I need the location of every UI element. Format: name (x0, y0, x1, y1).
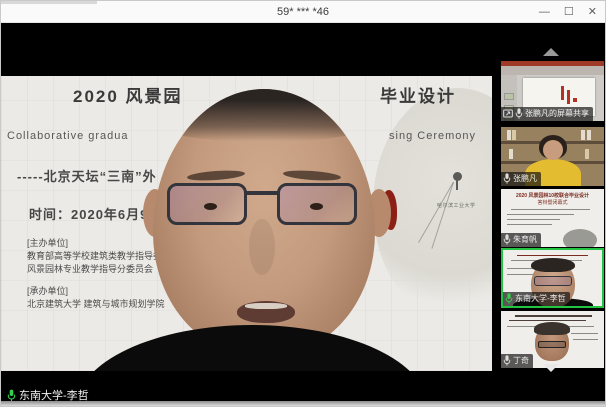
titlebar[interactable]: 59* *** *46 — ☐ ✕ (1, 1, 605, 23)
participant-name: 张鹏凡的屏幕共享 (525, 108, 589, 119)
map-pin-icon (453, 172, 462, 181)
close-button[interactable]: ✕ (588, 1, 597, 23)
chevron-down-icon[interactable] (543, 364, 559, 372)
participants-sidebar: 张鹏凡的屏幕共享 (493, 23, 605, 401)
active-speaker-name: 东南大学-李哲 (19, 387, 89, 401)
slide-subtitle-right: sing Ceremony (389, 130, 476, 142)
speaker-eyebrow (283, 169, 341, 182)
window-controls: — ☐ ✕ (539, 1, 601, 23)
participant-name: 朱育帆 (513, 234, 537, 245)
active-speaker-label: 东南大学-李哲 (4, 386, 95, 401)
participant-label: 丁奇 (501, 354, 533, 368)
screen-share-icon (503, 109, 513, 118)
participant-label: 张鹏凡 (501, 172, 541, 186)
participant-tile[interactable]: 张鹏凡 (501, 127, 604, 186)
participant-tile-active-speaker[interactable]: 东南大学-李哲 (501, 248, 604, 308)
speaker-hair (153, 89, 375, 141)
meeting-content: 哈尔滨工业大学 2020 风景园 毕业设计 Collaborative grad… (1, 23, 605, 401)
participant-label: 张鹏凡的屏幕共享 (501, 107, 593, 121)
speaker-glasses (167, 183, 357, 227)
participant-tile[interactable]: 丁奇 (501, 311, 604, 368)
participant-name: 东南大学-李哲 (515, 293, 566, 304)
participant-tile[interactable]: 2020 风景园林10校联合毕业设计 答辩暨闭幕式 朱育帆 (501, 189, 604, 247)
chevron-up-icon[interactable] (543, 48, 559, 56)
speaker-eyebrow (187, 169, 245, 182)
window-title: 59* *** *46 (1, 1, 605, 23)
mini-slide-subtitle: 答辩暨闭幕式 (501, 199, 604, 206)
participant-tile-screen-share[interactable]: 张鹏凡的屏幕共享 (501, 61, 604, 121)
slide-title-right: 毕业设计 (380, 82, 456, 107)
participant-name: 丁奇 (513, 355, 529, 366)
presentation-slide: 哈尔滨工业大学 2020 风景园 毕业设计 Collaborative grad… (1, 76, 492, 371)
minimize-button[interactable]: — (539, 1, 550, 23)
mic-icon (7, 389, 16, 402)
mini-slide-title: 2020 风景园林10校联合毕业设计 (501, 192, 604, 199)
mic-icon (515, 108, 523, 119)
mic-icon (503, 355, 511, 366)
mic-icon (505, 293, 513, 304)
speaker-shoulders (76, 325, 428, 371)
speaker-mouth (237, 301, 295, 323)
slide-organizer-line1: 北京建筑大学 建筑与城市规划学院 (27, 297, 165, 310)
mic-icon (503, 234, 511, 245)
participant-label: 东南大学-李哲 (503, 292, 570, 306)
slide-host-line2: 风景园林专业教学指导分委员会 (27, 262, 153, 275)
maximize-button[interactable]: ☐ (564, 1, 574, 23)
window-bottom-edge (1, 401, 605, 406)
slide-host-header: [主办单位] (27, 236, 68, 249)
speaker-nose (249, 219, 275, 275)
participant-name: 张鹏凡 (513, 173, 537, 184)
participant-label: 朱育帆 (501, 233, 541, 247)
meeting-window: 59* *** *46 — ☐ ✕ 哈尔滨工业大学 2020 风景园 毕业设计 … (0, 0, 606, 407)
map-university-label: 哈尔滨工业大学 (437, 202, 476, 209)
slide-organizer-header: [承办单位] (27, 284, 68, 297)
slide-subtitle-left: Collaborative gradua (7, 130, 129, 142)
mic-icon (503, 173, 511, 184)
slide-location-line: -----北京天坛“三南”外 (17, 166, 157, 185)
